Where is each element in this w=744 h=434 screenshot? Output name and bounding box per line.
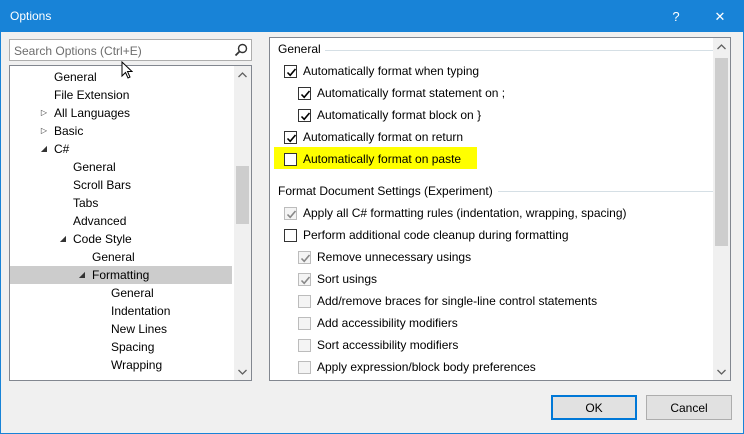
tree-item-label: Tabs	[73, 196, 99, 210]
checkbox-checked-icon[interactable]	[298, 272, 311, 286]
scroll-up-icon[interactable]	[234, 66, 251, 83]
checkbox-checked-icon[interactable]	[284, 206, 297, 220]
tree-item-label: General	[54, 70, 97, 84]
tree-item-label: Code Style	[73, 232, 132, 246]
checkbox-checked-icon[interactable]	[298, 250, 311, 264]
group-divider	[323, 50, 713, 51]
group-divider	[498, 191, 713, 192]
option-checkbox-row[interactable]: Automatically format block on }	[298, 105, 481, 125]
search-input[interactable]: Search Options (Ctrl+E)	[9, 39, 252, 61]
options-dialog: Options ? ✕ Search Options (Ctrl+E) Gene…	[0, 0, 744, 434]
tree-item-label: Scroll Bars	[73, 178, 132, 192]
tree-scroll-thumb[interactable]	[236, 166, 249, 224]
tree-item[interactable]: ◢ Formatting	[10, 266, 232, 284]
checkbox-unchecked-icon[interactable]	[284, 152, 297, 166]
help-button[interactable]: ?	[656, 1, 696, 32]
option-label: Automatically format block on }	[317, 108, 482, 122]
checkbox-unchecked-icon[interactable]	[298, 294, 311, 308]
window-title: Options	[10, 9, 52, 23]
tree-item-label: General	[73, 160, 116, 174]
checkbox-checked-icon[interactable]	[284, 64, 297, 78]
option-checkbox-row[interactable]: Apply expression/block body preferences	[298, 357, 536, 377]
option-checkbox-row[interactable]: Add accessibility modifiers	[298, 313, 458, 333]
option-label: Sort usings	[317, 272, 378, 286]
tree-item-label: C#	[54, 142, 70, 156]
collapse-icon[interactable]: ◢	[76, 266, 88, 284]
tree-item-label: Basic	[54, 124, 84, 138]
option-label: Apply expression/block body preferences	[317, 360, 536, 374]
checkbox-checked-icon[interactable]	[298, 86, 311, 100]
panel-scroll-thumb[interactable]	[715, 58, 728, 246]
option-checkbox-row[interactable]: Automatically format when typing	[284, 61, 479, 81]
option-checkbox-row[interactable]: Add/remove braces for single-line contro…	[298, 291, 597, 311]
expand-icon[interactable]: ▷	[38, 122, 50, 140]
option-label: Automatically format on return	[303, 130, 464, 144]
option-label: Perform additional code cleanup during f…	[303, 228, 569, 242]
settings-panel: General Format Document Settings (Experi…	[269, 37, 731, 381]
checkbox-checked-icon[interactable]	[298, 108, 311, 122]
checkbox-unchecked-icon[interactable]	[284, 228, 297, 242]
tree-item-label: Advanced	[73, 214, 127, 228]
search-icon[interactable]	[234, 43, 248, 57]
checkbox-unchecked-icon[interactable]	[298, 338, 311, 352]
cancel-button[interactable]: Cancel	[646, 395, 732, 420]
option-label: Add/remove braces for single-line contro…	[317, 294, 598, 308]
tree-item-label: New Lines	[111, 322, 168, 336]
collapse-icon[interactable]: ◢	[57, 230, 69, 248]
tree-item-label: Formatting	[92, 268, 150, 282]
tree-item-label: Indentation	[111, 304, 171, 318]
option-label: Sort accessibility modifiers	[317, 338, 459, 352]
panel-scrollbar[interactable]	[713, 38, 730, 380]
title-bar[interactable]: Options ? ✕	[1, 1, 743, 32]
checkbox-unchecked-icon[interactable]	[298, 316, 311, 330]
option-label: Remove unnecessary usings	[317, 250, 472, 264]
option-checkbox-row[interactable]: Perform additional code cleanup during f…	[284, 225, 569, 245]
scroll-up-icon[interactable]	[713, 38, 730, 55]
option-checkbox-row[interactable]: Sort accessibility modifiers	[298, 335, 458, 355]
general-group-title: General	[278, 42, 325, 56]
close-button[interactable]: ✕	[700, 1, 740, 32]
tree-item-label: General	[111, 286, 154, 300]
option-label: Apply all C# formatting rules (indentati…	[303, 206, 627, 220]
tree-item-label: All Languages	[54, 106, 131, 120]
option-checkbox-row[interactable]: Apply all C# formatting rules (indentati…	[284, 203, 627, 223]
checkbox-unchecked-icon[interactable]	[298, 360, 311, 374]
tree-item-label: Spacing	[111, 340, 155, 354]
search-placeholder: Search Options (Ctrl+E)	[14, 44, 142, 58]
option-checkbox-row[interactable]: Automatically format on return	[284, 127, 463, 147]
option-label: Add accessibility modifiers	[317, 316, 458, 330]
tree-item-label: File Extension	[54, 88, 130, 102]
ok-button[interactable]: OK	[551, 395, 637, 420]
format-group-title: Format Document Settings (Experiment)	[278, 184, 497, 198]
option-checkbox-row[interactable]: Automatically format on paste	[284, 149, 461, 169]
option-checkbox-row[interactable]: Automatically format statement on ;	[298, 83, 505, 103]
help-icon: ?	[672, 9, 680, 24]
scroll-down-icon[interactable]	[234, 363, 251, 380]
scroll-down-icon[interactable]	[713, 363, 730, 380]
tree-item-label: General	[92, 250, 135, 264]
tree-item-label: Wrapping	[111, 358, 163, 372]
tree-scrollbar[interactable]	[234, 66, 251, 380]
expand-icon[interactable]: ▷	[38, 104, 50, 122]
checkbox-checked-icon[interactable]	[284, 130, 297, 144]
mouse-cursor-icon	[121, 61, 133, 79]
collapse-icon[interactable]: ◢	[38, 140, 50, 158]
option-label: Automatically format when typing	[303, 64, 480, 78]
close-icon: ✕	[714, 8, 726, 24]
option-checkbox-row[interactable]: Remove unnecessary usings	[298, 247, 471, 267]
option-checkbox-row[interactable]: Sort usings	[298, 269, 377, 289]
options-tree[interactable]: General File Extension ▷ All Languages ▷ Basi…	[9, 65, 252, 381]
option-label: Automatically format statement on ;	[317, 86, 506, 100]
option-label: Automatically format on paste	[303, 152, 462, 166]
